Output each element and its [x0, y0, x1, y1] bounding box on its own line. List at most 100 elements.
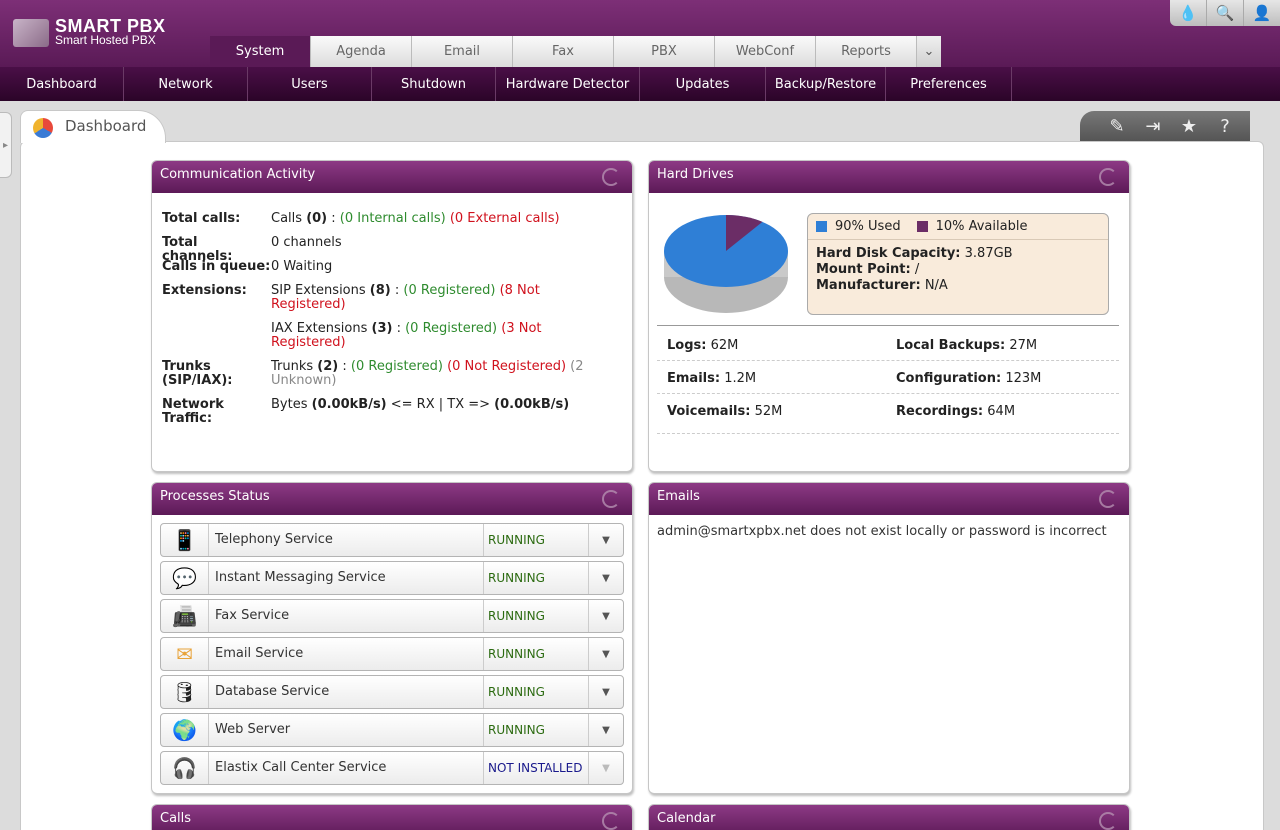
subnav-users[interactable]: Users — [248, 67, 372, 101]
communication-activity-panel: Communication Activity Total calls: Call… — [151, 160, 633, 472]
tab-fax[interactable]: Fax — [513, 36, 614, 67]
process-name: Fax Service — [215, 608, 290, 623]
logo-icon — [13, 19, 49, 47]
sidebar-toggle-handle[interactable]: ▸ — [0, 112, 12, 178]
used-legend: 90% Used — [835, 219, 901, 234]
refresh-icon[interactable] — [1099, 490, 1117, 508]
mount-value: / — [914, 262, 920, 277]
chevron-down-icon[interactable]: ▼ — [589, 638, 623, 670]
tab-pbx[interactable]: PBX — [614, 36, 715, 67]
used-swatch — [816, 221, 827, 232]
chevron-down-icon[interactable]: ▼ — [589, 600, 623, 632]
calls-queue-label: Calls in queue: — [162, 259, 271, 274]
tab-reports[interactable]: Reports — [816, 36, 917, 67]
trunks-value: Trunks (2) : (0 Registered) (0 Not Regis… — [271, 359, 584, 388]
theme-icon[interactable]: 💧 — [1170, 0, 1206, 26]
refresh-icon[interactable] — [602, 168, 620, 186]
traffic-rx: (0.00kB/s) — [311, 397, 387, 412]
emails-stat: Emails: 1.2M — [667, 371, 757, 386]
configuration-stat: Configuration: 123M — [896, 371, 1042, 386]
process-name: Instant Messaging Service — [215, 570, 386, 585]
extensions-label: Extensions: — [162, 283, 247, 298]
process-status: RUNNING — [483, 600, 589, 632]
available-swatch — [916, 221, 928, 232]
panel-title: Processes Status — [160, 489, 270, 504]
search-icon[interactable]: 🔍 — [1206, 0, 1243, 26]
trunks-count: (2) — [317, 359, 339, 374]
calls-queue-value: 0 Waiting — [271, 259, 333, 274]
sip-registered: (0 Registered) — [403, 283, 496, 298]
iax-extensions-value: IAX Extensions (3) : (0 Registered) (3 N… — [271, 321, 542, 350]
subnav-network[interactable]: Network — [124, 67, 248, 101]
chevron-down-icon[interactable]: ▼ — [589, 524, 623, 556]
iax-count: (3) — [371, 321, 393, 336]
calls-count: (0) — [306, 211, 328, 226]
calendar-panel: Calendar — [648, 804, 1130, 830]
subnav-updates[interactable]: Updates — [640, 67, 766, 101]
more-tabs-chevron-down-icon[interactable]: ⌄ — [917, 36, 941, 67]
iax-registered: (0 Registered) — [405, 321, 498, 336]
dashboard-icon — [33, 118, 53, 138]
subnav-backup-restore[interactable]: Backup/Restore — [766, 67, 886, 101]
headset-icon: 🎧 — [161, 752, 209, 784]
help-icon[interactable]: ? — [1214, 116, 1236, 137]
refresh-icon[interactable] — [602, 812, 620, 830]
process-status: RUNNING — [483, 676, 589, 708]
process-row-telephony: 📱 Telephony Service RUNNING ▼ — [160, 523, 624, 557]
sip-extensions-value: SIP Extensions (8) : (0 Registered) (8 N… — [271, 283, 540, 312]
recordings-stat: Recordings: 64M — [896, 404, 1016, 419]
refresh-icon[interactable] — [1099, 812, 1117, 830]
process-status: NOT INSTALLED — [483, 752, 589, 784]
capacity-value: 3.87GB — [964, 246, 1013, 261]
tab-webconf[interactable]: WebConf — [715, 36, 816, 67]
total-calls-label: Total calls: — [162, 211, 241, 226]
top-header: SMART PBX Smart Hosted PBX 💧 🔍 👤 System … — [0, 0, 1280, 67]
disk-info: Hard Disk Capacity: 3.87GB Mount Point: … — [808, 240, 1108, 300]
edit-icon[interactable]: ✎ — [1106, 116, 1128, 137]
fax-machine-icon: 📠 — [161, 600, 209, 632]
tab-agenda[interactable]: Agenda — [311, 36, 412, 67]
mount-label: Mount Point: — [816, 262, 911, 277]
calls-sep: : — [327, 211, 340, 226]
emails-message: admin@smartxpbx.net does not exist local… — [657, 524, 1107, 539]
capacity-label: Hard Disk Capacity: — [816, 246, 961, 261]
process-row-call-center: 🎧 Elastix Call Center Service NOT INSTAL… — [160, 751, 624, 785]
trunks-not-registered: (0 Not Registered) — [447, 359, 567, 374]
chevron-down-icon[interactable]: ▼ — [589, 562, 623, 594]
tab-email[interactable]: Email — [412, 36, 513, 67]
chevron-down-icon[interactable]: ▼ — [589, 714, 623, 746]
subnav-preferences[interactable]: Preferences — [886, 67, 1012, 101]
trunks-prefix: Trunks — [271, 359, 318, 374]
favorite-star-icon[interactable]: ★ — [1178, 116, 1200, 137]
process-row-email: ✉ Email Service RUNNING ▼ — [160, 637, 624, 671]
legend-row: 90% Used 10% Available — [808, 214, 1108, 240]
hard-drives-panel: Hard Drives 90% Used 10% Available Hard … — [648, 160, 1130, 472]
refresh-icon[interactable] — [1099, 168, 1117, 186]
main-tabs: System Agenda Email Fax PBX WebConf Repo… — [210, 36, 941, 67]
brand-logo[interactable]: SMART PBX Smart Hosted PBX — [13, 15, 203, 51]
user-icon[interactable]: 👤 — [1243, 0, 1280, 26]
trunks-label: Trunks (SIP/IAX): — [162, 359, 233, 388]
panel-title: Hard Drives — [657, 167, 734, 182]
network-traffic-label: Network Traffic: — [162, 397, 224, 426]
expand-icon[interactable]: ⇥ — [1142, 116, 1164, 137]
subnav-shutdown[interactable]: Shutdown — [372, 67, 496, 101]
page-title: Dashboard — [65, 117, 147, 135]
tab-system[interactable]: System — [210, 36, 311, 67]
logs-stat: Logs: 62M — [667, 338, 739, 353]
chevron-down-icon[interactable]: ▼ — [589, 676, 623, 708]
process-status: RUNNING — [483, 638, 589, 670]
process-row-fax: 📠 Fax Service RUNNING ▼ — [160, 599, 624, 633]
process-name: Telephony Service — [215, 532, 333, 547]
subnav-hardware-detector[interactable]: Hardware Detector — [496, 67, 640, 101]
page-tab: Dashboard — [20, 110, 166, 143]
refresh-icon[interactable] — [602, 490, 620, 508]
local-backups-stat: Local Backups: 27M — [896, 338, 1038, 353]
subnav-dashboard[interactable]: Dashboard — [0, 67, 124, 101]
processes-status-panel: Processes Status 📱 Telephony Service RUN… — [151, 482, 633, 794]
divider — [657, 360, 1119, 361]
sub-navigation: Dashboard Network Users Shutdown Hardwar… — [0, 67, 1280, 101]
process-name: Elastix Call Center Service — [215, 760, 387, 775]
panel-title: Communication Activity — [160, 167, 316, 182]
panel-title: Emails — [657, 489, 700, 504]
